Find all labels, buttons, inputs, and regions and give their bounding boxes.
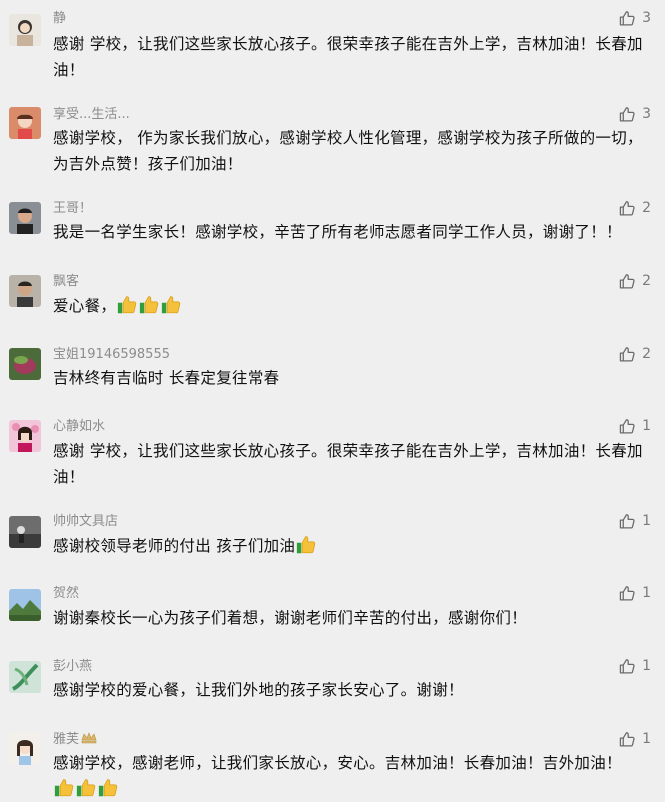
- thumbs-up-outline-icon: [619, 513, 636, 530]
- avatar[interactable]: [9, 202, 41, 234]
- thumbs-up-emoji-icon: [161, 294, 182, 315]
- nickname-text: 雅芙: [53, 732, 80, 747]
- like-count: 1: [642, 418, 651, 434]
- like-button[interactable]: 1: [619, 584, 651, 602]
- comment-text: 吉林终有吉临时 长春定复往常春: [53, 365, 653, 391]
- thumbs-up-outline-icon: [619, 106, 636, 123]
- avatar[interactable]: [9, 733, 41, 765]
- thumbs-up-outline-icon: [619, 273, 636, 290]
- comment-text-body: 谢谢秦校长一心为孩子们着想，谢谢老师们辛苦的付出，感谢你们！: [53, 609, 528, 627]
- like-count: 1: [642, 731, 651, 747]
- comment-text: 谢谢秦校长一心为孩子们着想，谢谢老师们辛苦的付出，感谢你们！: [53, 605, 653, 631]
- avatar[interactable]: [9, 348, 41, 380]
- comment-text-body: 感谢校领导老师的付出 孩子们加油: [53, 537, 296, 555]
- thumbs-up-emoji-icon: [98, 777, 119, 798]
- thumbs-up-outline-icon: [619, 10, 636, 27]
- like-count: 2: [642, 200, 651, 216]
- comment-text-body: 感谢学校， 作为家长我们放心，感谢学校人性化管理，感谢学校为孩子所做的一切，为吉…: [53, 129, 643, 173]
- comment-text: 感谢 学校，让我们这些家长放心孩子。很荣幸孩子能在吉外上学，吉林加油！长春加油！: [53, 31, 653, 83]
- thumbs-up-outline-icon: [619, 585, 636, 602]
- nickname: 彭小燕: [53, 659, 93, 674]
- comment-text-body: 感谢学校的爱心餐，让我们外地的孩子家长安心了。谢谢！: [53, 681, 464, 699]
- avatar[interactable]: [9, 589, 41, 621]
- avatar[interactable]: [9, 107, 41, 139]
- comment-text-body: 感谢学校，感谢老师，让我们家长放心，安心。吉林加油！长春加油！吉外加油！: [53, 754, 622, 772]
- like-button[interactable]: 1: [619, 512, 651, 530]
- nickname: 宝姐19146598555: [53, 347, 170, 362]
- comment-text: 我是一名学生家长！感谢学校，辛苦了所有老师志愿者同学工作人员，谢谢了！！: [53, 219, 653, 245]
- avatar[interactable]: [9, 14, 41, 46]
- nickname: 王哥！: [53, 201, 93, 216]
- like-count: 2: [642, 346, 651, 362]
- avatar[interactable]: [9, 661, 41, 693]
- comment-text-body: 感谢 学校，让我们这些家长放心孩子。很荣幸孩子能在吉外上学，吉林加油！长春加油！: [53, 35, 643, 79]
- like-count: 2: [642, 273, 651, 289]
- like-button[interactable]: 3: [619, 105, 651, 123]
- thumbs-up-outline-icon: [619, 200, 636, 217]
- avatar[interactable]: [9, 420, 41, 452]
- like-button[interactable]: 2: [619, 272, 651, 290]
- comment-text: 感谢学校的爱心餐，让我们外地的孩子家长安心了。谢谢！: [53, 677, 653, 703]
- like-count: 3: [642, 106, 651, 122]
- comment-text: 感谢学校，感谢老师，让我们家长放心，安心。吉林加油！长春加油！吉外加油！: [53, 750, 653, 802]
- comment-text-body: 爱心餐，: [53, 297, 117, 315]
- comment-text: 感谢学校， 作为家长我们放心，感谢学校人性化管理，感谢学校为孩子所做的一切，为吉…: [53, 125, 653, 177]
- like-button[interactable]: 2: [619, 345, 651, 363]
- comment-text: 爱心餐，: [53, 293, 653, 319]
- nickname: 飘客: [53, 274, 80, 289]
- nickname: 贺然: [53, 586, 80, 601]
- avatar[interactable]: [9, 275, 41, 307]
- like-count: 3: [642, 10, 651, 26]
- thumbs-up-outline-icon: [619, 731, 636, 748]
- crown-icon: [81, 732, 97, 750]
- nickname: 心静如水: [53, 419, 106, 434]
- like-count: 1: [642, 513, 651, 529]
- like-button[interactable]: 1: [619, 417, 651, 435]
- comment-text-body: 我是一名学生家长！感谢学校，辛苦了所有老师志愿者同学工作人员，谢谢了！！: [53, 223, 622, 241]
- comment-text: 感谢 学校，让我们这些家长放心孩子。很荣幸孩子能在吉外上学，吉林加油！长春加油！: [53, 438, 653, 490]
- comment-text-body: 感谢 学校，让我们这些家长放心孩子。很荣幸孩子能在吉外上学，吉林加油！长春加油！: [53, 442, 643, 486]
- thumbs-up-outline-icon: [619, 418, 636, 435]
- like-button[interactable]: 2: [619, 199, 651, 217]
- thumbs-up-emoji-icon: [117, 294, 138, 315]
- thumbs-up-emoji-icon: [296, 534, 317, 555]
- comment-text: 感谢校领导老师的付出 孩子们加油: [53, 533, 653, 559]
- like-count: 1: [642, 658, 651, 674]
- nickname: 雅芙: [53, 731, 97, 750]
- like-button[interactable]: 3: [619, 9, 651, 27]
- nickname: 静: [53, 11, 67, 26]
- like-button[interactable]: 1: [619, 730, 651, 748]
- thumbs-up-emoji-icon: [76, 777, 97, 798]
- thumbs-up-outline-icon: [619, 346, 636, 363]
- nickname: 享受...生活...: [53, 107, 130, 122]
- thumbs-up-emoji-icon: [139, 294, 160, 315]
- avatar[interactable]: [9, 516, 41, 548]
- thumbs-up-emoji-icon: [54, 777, 75, 798]
- thumbs-up-outline-icon: [619, 658, 636, 675]
- like-count: 1: [642, 585, 651, 601]
- comment-text-body: 吉林终有吉临时 长春定复往常春: [53, 369, 280, 387]
- nickname: 帅帅文具店: [53, 514, 119, 529]
- like-button[interactable]: 1: [619, 657, 651, 675]
